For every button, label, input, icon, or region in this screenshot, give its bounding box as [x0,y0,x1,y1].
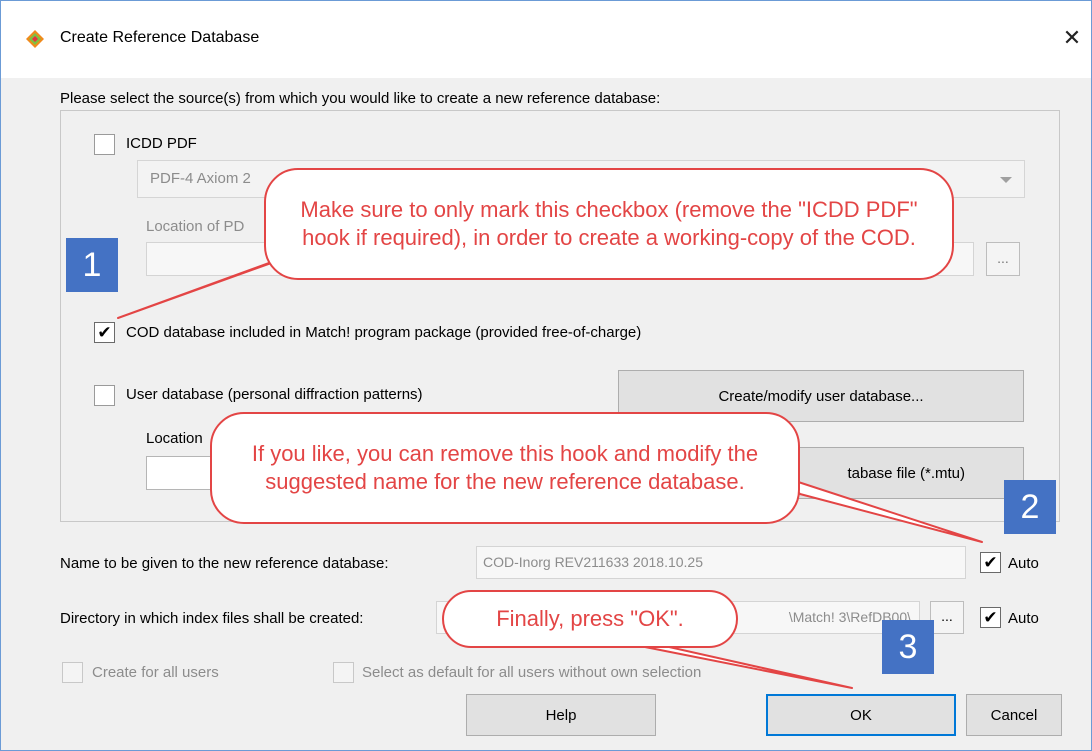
cancel-button[interactable]: Cancel [966,694,1062,736]
dir-auto-checkbox[interactable]: ✔ [980,607,1001,628]
dir-browse-button[interactable]: ... [930,601,964,634]
name-auto-label: Auto [1008,555,1039,572]
dir-auto-label: Auto [1008,610,1039,627]
step-1-badge: 1 [66,238,118,292]
step-2-badge: 2 [1004,480,1056,534]
callout-2-text: If you like, you can remove this hook an… [210,412,800,524]
icdd-location-label: Location of PD [146,218,245,235]
all-users-checkbox[interactable] [62,662,83,683]
name-label: Name to be given to the new reference da… [60,555,389,572]
icdd-pdf-label: ICDD PDF [126,135,197,152]
close-icon[interactable]: ✕ [1052,18,1092,58]
callout-1-text: Make sure to only mark this checkbox (re… [264,168,954,280]
window-title: Create Reference Database [60,29,260,46]
dir-label: Directory in which index files shall be … [60,610,364,627]
app-icon [26,30,44,48]
ok-button[interactable]: OK [766,694,956,736]
all-users-label: Create for all users [92,664,219,681]
step-3-badge: 3 [882,620,934,674]
user-location-label: Location [146,430,203,447]
db-name-input[interactable]: COD-Inorg REV211633 2018.10.25 [476,546,966,579]
default-all-label: Select as default for all users without … [362,664,702,681]
name-auto-checkbox[interactable]: ✔ [980,552,1001,573]
chevron-down-icon [1000,177,1012,183]
user-db-checkbox[interactable] [94,385,115,406]
icdd-pdf-checkbox[interactable] [94,134,115,155]
default-all-checkbox[interactable] [333,662,354,683]
user-db-label: User database (personal diffraction patt… [126,386,423,403]
help-button[interactable]: Help [466,694,656,736]
instructions-label: Please select the source(s) from which y… [60,90,661,107]
icdd-browse-button[interactable]: ... [986,242,1020,276]
cod-label: COD database included in Match! program … [126,324,642,341]
cod-checkbox[interactable]: ✔ [94,322,115,343]
callout-3-text: Finally, press "OK". [442,590,738,648]
